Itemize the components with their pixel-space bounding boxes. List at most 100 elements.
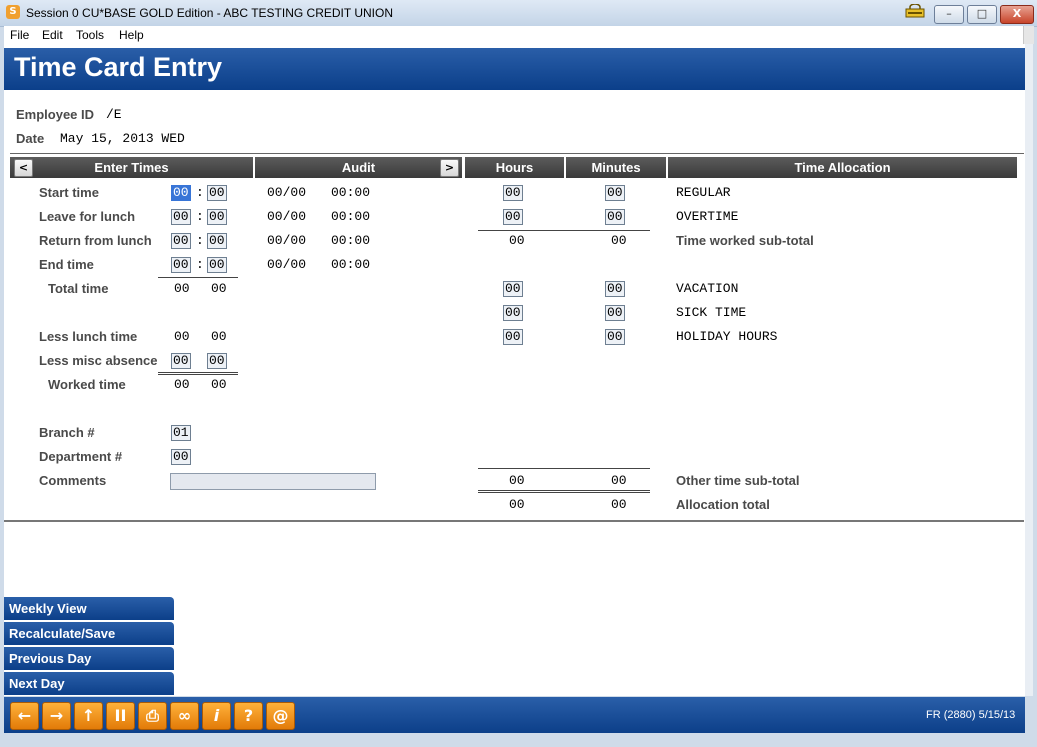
regular-hours-input[interactable]: 00	[503, 185, 523, 201]
allocation-total-minutes: 00	[611, 497, 627, 512]
email-icon[interactable]: @	[266, 702, 295, 730]
date-label: Date	[16, 131, 45, 146]
department-input[interactable]: 00	[171, 449, 191, 465]
sick-time-hours-input[interactable]: 00	[503, 305, 523, 321]
worked-time-hours: 00	[174, 377, 190, 392]
branch-input[interactable]: 01	[171, 425, 191, 441]
menu-file[interactable]: File	[10, 28, 29, 42]
worked-divider	[158, 372, 238, 373]
employee-id-value: /E	[106, 107, 122, 122]
total-time-label: Total time	[48, 281, 109, 296]
info-icon[interactable]: i	[202, 702, 231, 730]
end-time-minutes-input[interactable]: 00	[207, 257, 227, 273]
maximize-button[interactable]: □	[967, 5, 997, 24]
subtotal-divider	[478, 230, 650, 231]
colon-separator: :	[196, 209, 204, 224]
less-misc-minutes-input[interactable]: 00	[207, 353, 227, 369]
less-lunch-hours: 00	[174, 329, 190, 344]
sick-time-label: SICK TIME	[676, 305, 747, 320]
less-misc-label: Less misc absence	[39, 353, 158, 368]
return-lunch-audit-time: 00:00	[331, 233, 371, 248]
menu-edit[interactable]: Edit	[42, 28, 63, 42]
other-subtotal-minutes: 00	[611, 473, 627, 488]
less-misc-hours-input[interactable]: 00	[171, 353, 191, 369]
status-code: FR (2880) 5/15/13	[926, 709, 1016, 721]
leave-lunch-minutes-input[interactable]: 00	[207, 209, 227, 225]
return-lunch-minutes-input[interactable]: 00	[207, 233, 227, 249]
recalculate-save-button[interactable]: Recalculate/Save	[4, 622, 174, 645]
end-time-hours-input[interactable]: 00	[171, 257, 191, 273]
overtime-hours-input[interactable]: 00	[503, 209, 523, 225]
end-time-label: End time	[39, 257, 94, 272]
less-lunch-minutes: 00	[211, 329, 227, 344]
worked-subtotal-hours: 00	[509, 233, 525, 248]
holiday-minutes-input[interactable]: 00	[605, 329, 625, 345]
start-time-audit-time: 00:00	[331, 185, 371, 200]
scrollbar-track[interactable]	[1025, 44, 1033, 696]
vacation-minutes-input[interactable]: 00	[605, 281, 625, 297]
up-arrow-icon[interactable]: ↑	[74, 702, 103, 730]
colon-separator: :	[196, 257, 204, 272]
scrollbar[interactable]	[1023, 26, 1034, 44]
menu-tools[interactable]: Tools	[76, 28, 104, 42]
menu-bar	[4, 26, 1033, 44]
overtime-minutes-input[interactable]: 00	[605, 209, 625, 225]
minimize-button[interactable]: –	[934, 5, 964, 24]
colon-separator: :	[196, 233, 204, 248]
end-time-audit-time: 00:00	[331, 257, 371, 272]
link-icon[interactable]: ∞	[170, 702, 199, 730]
worked-subtotal-label: Time worked sub-total	[676, 233, 814, 248]
menu-help[interactable]: Help	[119, 28, 144, 42]
vacation-hours-input[interactable]: 00	[503, 281, 523, 297]
comments-label: Comments	[39, 473, 107, 488]
app-icon[interactable]: S	[6, 5, 20, 19]
total-divider-2	[478, 492, 650, 493]
close-button[interactable]: X	[1000, 5, 1034, 24]
total-divider	[158, 277, 238, 278]
return-lunch-hours-input[interactable]: 00	[171, 233, 191, 249]
audit-header: Audit	[255, 157, 462, 178]
start-time-minutes-input[interactable]: 00	[207, 185, 227, 201]
comments-input[interactable]	[170, 473, 376, 490]
leave-lunch-hours-input[interactable]: 00	[171, 209, 191, 225]
total-divider-1	[478, 490, 650, 491]
date-value: May 15, 2013 WED	[60, 131, 185, 146]
start-time-label: Start time	[39, 185, 99, 200]
forward-arrow-icon[interactable]: →	[42, 702, 71, 730]
back-arrow-icon[interactable]: ←	[10, 702, 39, 730]
window-title: Session 0 CU*BASE GOLD Edition - ABC TES…	[26, 6, 393, 20]
window-bottom-border	[0, 733, 1037, 747]
page-title: Time Card Entry	[14, 52, 223, 82]
next-day-nav-button[interactable]: >	[440, 159, 459, 177]
prev-day-nav-button[interactable]: <	[14, 159, 33, 177]
return-lunch-audit-date: 00/00	[267, 233, 307, 248]
colon-separator: :	[196, 185, 204, 200]
holiday-hours-label: HOLIDAY HOURS	[676, 329, 778, 344]
leave-lunch-audit-date: 00/00	[267, 209, 307, 224]
lock-icon[interactable]	[904, 4, 926, 18]
next-day-button[interactable]: Next Day	[4, 672, 174, 695]
employee-id-label: Employee ID	[16, 107, 95, 122]
overtime-label: OVERTIME	[676, 209, 739, 224]
holiday-hours-input[interactable]: 00	[503, 329, 523, 345]
regular-minutes-input[interactable]: 00	[605, 185, 625, 201]
total-time-minutes: 00	[211, 281, 227, 296]
department-label: Department #	[39, 449, 123, 464]
previous-day-button[interactable]: Previous Day	[4, 647, 174, 670]
total-time-hours: 00	[174, 281, 190, 296]
return-lunch-label: Return from lunch	[39, 233, 152, 248]
sick-time-minutes-input[interactable]: 00	[605, 305, 625, 321]
section-divider	[4, 520, 1024, 522]
pause-icon[interactable]: II	[106, 702, 135, 730]
regular-label: REGULAR	[676, 185, 731, 200]
divider	[10, 153, 1024, 154]
help-icon[interactable]: ?	[234, 702, 263, 730]
end-time-audit-date: 00/00	[267, 257, 307, 272]
worked-subtotal-minutes: 00	[611, 233, 627, 248]
other-subtotal-divider	[478, 468, 650, 469]
less-lunch-label: Less lunch time	[39, 329, 138, 344]
start-time-hours-input[interactable]: 00	[171, 185, 191, 201]
worked-divider-2	[158, 374, 238, 375]
print-icon[interactable]: ⎙	[138, 702, 167, 730]
weekly-view-button[interactable]: Weekly View	[4, 597, 174, 620]
